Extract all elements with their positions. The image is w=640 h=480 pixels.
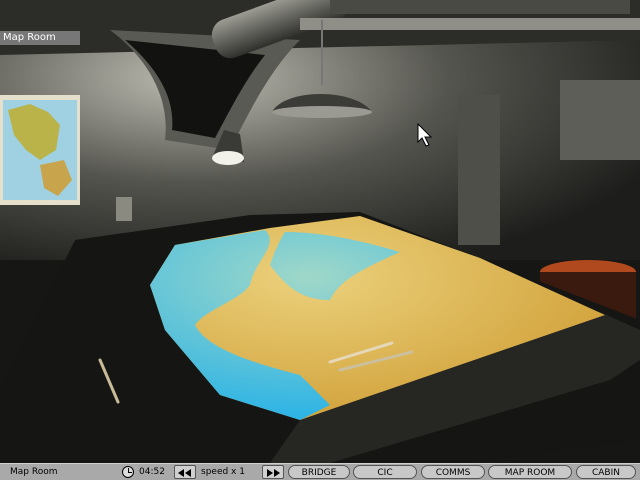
- rewind-icon: [178, 469, 184, 477]
- wall-world-map: [0, 95, 80, 205]
- location-title-tab: Map Room: [0, 31, 80, 45]
- nav-cabin-button[interactable]: CABIN: [576, 465, 636, 479]
- clock-icon: [122, 466, 134, 478]
- nav-bridge-button[interactable]: BRIDGE: [288, 465, 350, 479]
- support-pillar: [458, 95, 500, 245]
- nav-comms-button[interactable]: COMMS: [421, 465, 485, 479]
- fast-forward-icon: [274, 469, 280, 477]
- location-label: Map Room: [10, 467, 58, 477]
- wall-panel: [560, 80, 640, 160]
- faster-button[interactable]: [262, 465, 284, 479]
- wall-lamp-bulb: [212, 151, 244, 165]
- fast-forward-icon: [267, 469, 273, 477]
- slower-button[interactable]: [174, 465, 196, 479]
- ceiling-beam: [330, 0, 630, 14]
- cup: [116, 197, 132, 221]
- speed-label: speed x 1: [201, 467, 245, 477]
- nav-cic-button[interactable]: CIC: [353, 465, 417, 479]
- game-time: 04:52: [139, 467, 165, 477]
- nav-map-room-button[interactable]: MAP ROOM: [488, 465, 572, 479]
- status-bar: Map Room 04:52 speed x 1 BRIDGE CIC COMM…: [0, 463, 640, 480]
- rewind-icon: [185, 469, 191, 477]
- ceiling-pipe: [300, 18, 640, 30]
- hanging-lamp-rim: [272, 106, 372, 118]
- map-room-scene: [0, 0, 640, 463]
